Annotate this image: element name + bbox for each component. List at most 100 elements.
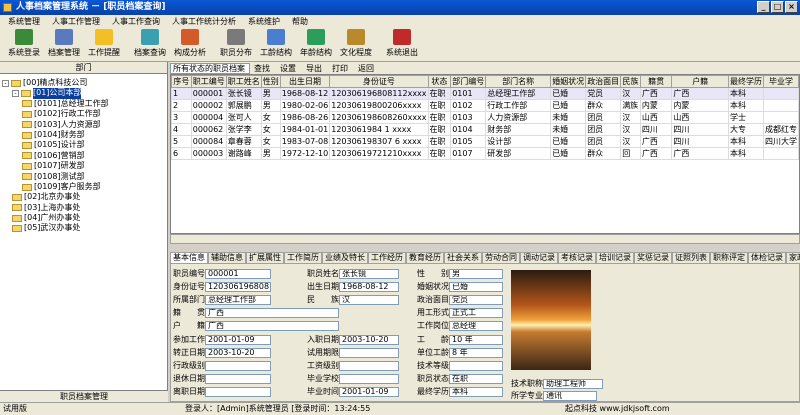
tab-6[interactable]: 教育经历	[406, 252, 444, 263]
tab-8[interactable]: 劳动合同	[482, 252, 520, 263]
field-value[interactable]	[205, 373, 271, 384]
tree-node[interactable]: [0109]客户服务部	[2, 182, 165, 192]
menu-item-0[interactable]: 系统管理	[2, 15, 46, 28]
field-value[interactable]: 总经理	[449, 320, 503, 331]
column-header[interactable]: 出生日期	[279, 75, 331, 88]
field-value[interactable]: 10 年	[449, 334, 503, 345]
print-button[interactable]: 打印	[332, 63, 348, 74]
column-header[interactable]: 毕业学	[762, 75, 799, 88]
toolbar-button-5[interactable]: 职员分布	[216, 28, 256, 60]
field-value[interactable]: 已婚	[449, 281, 503, 292]
column-header[interactable]: 民族	[620, 75, 641, 88]
tree-node[interactable]: [0102]行政工作部	[2, 109, 165, 119]
tab-5[interactable]: 工作经历	[368, 252, 406, 263]
tab-15[interactable]: 体检记录	[748, 252, 786, 263]
column-header[interactable]: 状态	[427, 75, 452, 88]
tab-4[interactable]: 业绩及特长	[322, 252, 368, 263]
export-button[interactable]: 导出	[306, 63, 322, 74]
toolbar-button-6[interactable]: 工龄结构	[256, 28, 296, 60]
close-button[interactable]: ×	[785, 1, 798, 13]
column-header[interactable]: 职工姓名	[225, 75, 262, 88]
expand-toggle[interactable]: -	[12, 90, 19, 98]
tab-0[interactable]: 基本信息	[170, 252, 208, 263]
toolbar-button-1[interactable]: 档案管理	[44, 28, 84, 60]
minimize-button[interactable]: _	[757, 1, 770, 13]
tab-3[interactable]: 工作简历	[284, 252, 322, 263]
field-value[interactable]: 2003-10-20	[339, 334, 399, 345]
menu-item-3[interactable]: 人事工作统计分析	[166, 15, 242, 28]
field-value[interactable]	[339, 347, 399, 358]
table-row[interactable]: 1 000001 张长镜男 1968-08-12 120306196808112xxxx…	[171, 87, 799, 100]
tab-14[interactable]: 职称评定	[710, 252, 748, 263]
tree-node[interactable]: [0101]总经理工作部	[2, 99, 165, 109]
table-row[interactable]: 5 000084 章春蓉女 1983-07-08 120306198307 6 xxxx…	[171, 135, 799, 148]
tab-16[interactable]: 家政	[786, 252, 800, 263]
menu-item-4[interactable]: 系统维护	[242, 15, 286, 28]
tree-node[interactable]: [0104]财务部	[2, 130, 165, 140]
column-header[interactable]: 户籍	[671, 75, 729, 88]
tab-12[interactable]: 奖惩记录	[634, 252, 672, 263]
field-value[interactable]: 1968-08-12	[339, 281, 399, 292]
column-header[interactable]: 性别	[260, 75, 281, 88]
column-header[interactable]: 序号	[171, 75, 192, 88]
tab-13[interactable]: 证照列表	[672, 252, 710, 263]
expand-toggle[interactable]: -	[2, 79, 9, 87]
toolbar-button-0[interactable]: 系统登录	[4, 28, 44, 60]
field-value[interactable]	[205, 360, 271, 371]
field-value[interactable]: 000001	[205, 268, 271, 279]
toolbar-button-8[interactable]: 文化程度	[336, 28, 376, 60]
field-value[interactable]	[339, 373, 399, 384]
tree-node[interactable]: [03]上海办事处	[2, 203, 165, 213]
column-header[interactable]: 身份证号	[329, 75, 429, 88]
field-value[interactable]: 男	[449, 268, 503, 279]
tab-11[interactable]: 培训记录	[596, 252, 634, 263]
tab-7[interactable]: 社会关系	[444, 252, 482, 263]
field-value[interactable]: 本科	[449, 386, 503, 397]
menu-item-2[interactable]: 人事工作查询	[106, 15, 166, 28]
field-value[interactable]: 2001-01-09	[339, 386, 399, 397]
field-value[interactable]: 120306196808112xxxx	[205, 281, 271, 292]
column-header[interactable]: 职工编号	[190, 75, 227, 88]
tree-node[interactable]: [04]广州办事处	[2, 213, 165, 223]
toolbar-button-2[interactable]: 工作提醒	[84, 28, 124, 60]
tree-node[interactable]: - [00]精点科技公司	[2, 78, 165, 88]
table-row[interactable]: 6 000003 谢路峰男 1972-12-10 12030619721210xxxx 在…	[171, 147, 799, 160]
field-value[interactable]	[449, 360, 503, 371]
maximize-button[interactable]: □	[771, 1, 784, 13]
toolbar-button-4[interactable]: 构成分析	[170, 28, 210, 60]
field-value[interactable]: 助理工程师	[543, 378, 603, 389]
column-header[interactable]: 婚姻状况	[550, 75, 587, 88]
menu-item-5[interactable]: 帮助	[286, 15, 314, 28]
toolbar-button-7[interactable]: 年龄结构	[296, 28, 336, 60]
column-header[interactable]: 部门编号	[450, 75, 487, 88]
tree-node[interactable]: [0103]人力资源部	[2, 120, 165, 130]
field-value[interactable]: 8 年	[449, 347, 503, 358]
table-row[interactable]: 3 000004 张可人女 1986-08-26 120306198608260xxxx…	[171, 111, 799, 124]
column-header[interactable]: 最终学历	[727, 75, 764, 88]
setup-button[interactable]: 设置	[280, 63, 296, 74]
table-row[interactable]: 4 000062 张学李女 1984-01-01 1203061984 1 xxxx 在职…	[171, 123, 799, 136]
menu-item-1[interactable]: 人事工作管理	[46, 15, 106, 28]
toolbar-button-9[interactable]: 系统退出	[382, 28, 422, 60]
grid-horizontal-scrollbar[interactable]	[170, 234, 800, 244]
field-value[interactable]: 汉	[339, 294, 399, 305]
toolbar-button-3[interactable]: 档案查询	[130, 28, 170, 60]
field-value[interactable]: 2001-01-09	[205, 334, 271, 345]
back-button[interactable]: 返回	[358, 63, 374, 74]
column-header[interactable]: 籍贯	[639, 75, 673, 88]
field-value[interactable]: 在职	[449, 373, 503, 384]
tab-2[interactable]: 扩展属性	[246, 252, 284, 263]
find-button[interactable]: 查找	[254, 63, 270, 74]
field-value[interactable]: 总经理工作部	[205, 294, 271, 305]
tree-node[interactable]: [02]北京办事处	[2, 192, 165, 202]
field-value[interactable]: 通讯	[543, 390, 597, 401]
field-value[interactable]: 正式工	[449, 307, 503, 318]
tree-node[interactable]: [05]武汉办事处	[2, 223, 165, 233]
column-header[interactable]: 部门名称	[485, 75, 552, 88]
status-select[interactable]: 所有状态的职员档案	[170, 62, 250, 74]
tree-node[interactable]: [0107]研发部	[2, 161, 165, 171]
field-value[interactable]: 广西	[205, 320, 339, 331]
field-value[interactable]	[205, 386, 271, 397]
field-value[interactable]: 党员	[449, 294, 503, 305]
field-value[interactable]: 张长镜	[339, 268, 399, 279]
